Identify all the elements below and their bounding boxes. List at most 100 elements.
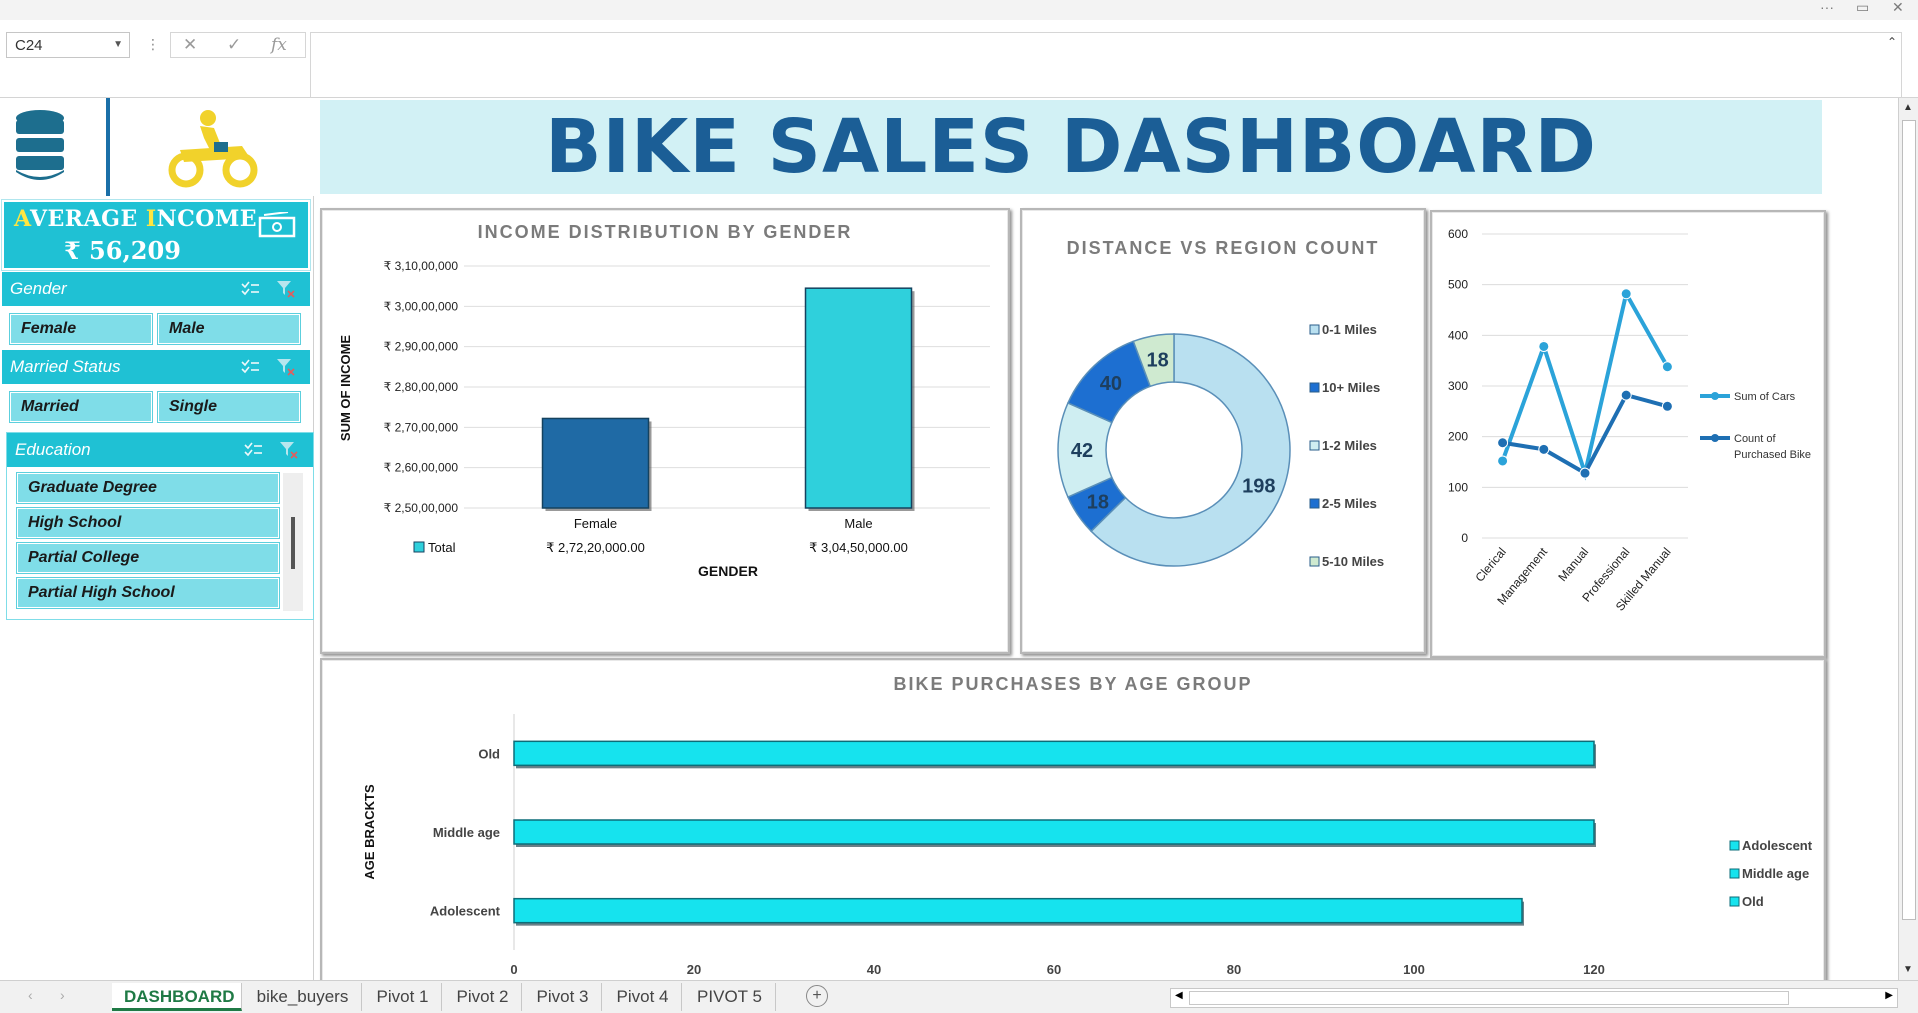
cancel-icon[interactable]: ✕ <box>183 35 197 55</box>
insert-function-button[interactable]: fx <box>271 35 287 55</box>
vertical-scroll-thumb[interactable] <box>1902 120 1916 920</box>
legend-label: Sum of Cars <box>1734 391 1796 403</box>
slicer-item-high-school[interactable]: High School <box>17 508 279 538</box>
sheet-tab-pivot-4[interactable]: Pivot 4 <box>604 983 682 1011</box>
scroll-down-icon[interactable]: ▼ <box>1903 964 1913 975</box>
formula-bar: C24 ▼ ⋮ ✕ ✓ fx ⌃ <box>0 20 1918 106</box>
chevron-down-icon[interactable]: ▼ <box>113 39 123 50</box>
y-tick-label: 300 <box>1448 379 1468 393</box>
legend-label: 10+ Miles <box>1322 380 1380 395</box>
data-label: ₹ 2,72,20,000.00 <box>546 540 645 555</box>
sheet-tab-pivot-2[interactable]: Pivot 2 <box>444 983 522 1011</box>
vertical-scrollbar[interactable]: ▲ ▼ <box>1898 98 1918 980</box>
y-tick-label: 400 <box>1448 328 1468 342</box>
ribbon-display-icon[interactable]: ▭ <box>1856 0 1869 18</box>
occupation-line-chart[interactable]: 0 100 200 300 400 500 600 Clerical Management Man… <box>1430 210 1826 658</box>
y-tick-label: 0 <box>1461 531 1468 545</box>
average-income-label: AVERAGE INCOME <box>14 206 257 232</box>
x-tick-label: 20 <box>687 962 701 977</box>
y-tick-label: ₹ 2,70,00,000 <box>384 420 459 434</box>
y-tick-label: ₹ 2,90,00,000 <box>384 340 459 354</box>
data-point <box>1661 400 1673 412</box>
name-box-value: C24 <box>15 37 43 54</box>
sheet-tab-pivot-5[interactable]: PIVOT 5 <box>684 983 776 1011</box>
multi-select-icon[interactable] <box>240 359 260 375</box>
donut-hole <box>1108 384 1240 516</box>
legend-key <box>1309 382 1320 393</box>
horizontal-scroll-thumb[interactable] <box>1189 991 1789 1005</box>
occupation-line-svg: 0100200300400500600ClericalManagement Man… <box>1448 227 1811 614</box>
series-line <box>1502 392 1668 476</box>
legend-label: 1-2 Miles <box>1322 438 1377 453</box>
database-icon-cell <box>0 98 110 196</box>
sheet-tab-pivot-3[interactable]: Pivot 3 <box>524 983 602 1011</box>
legend-marker <box>1711 392 1719 400</box>
x-tick-label: 0 <box>510 962 517 977</box>
sheet-tab-bar: ‹ › DASHBOARD bike_buyers Pivot 1 Pivot 2 Pi… <box>0 980 1918 1013</box>
multi-select-icon[interactable] <box>240 281 260 297</box>
y-axis-label: SUM OF INCOME <box>338 335 353 441</box>
sheet-tab-bike-buyers[interactable]: bike_buyers <box>244 983 362 1011</box>
slicer-title: Education <box>15 440 91 459</box>
title-strip: ··· ▭ ✕ <box>0 0 1918 20</box>
slicer-item-male[interactable]: Male <box>158 314 300 344</box>
y-tick-label: ₹ 3,10,00,000 <box>384 259 459 273</box>
sheet-tab-pivot-1[interactable]: Pivot 1 <box>364 983 442 1011</box>
y-tick-label: Old <box>478 746 500 761</box>
clear-filter-icon[interactable] <box>279 441 299 459</box>
distance-region-chart[interactable]: DISTANCE VS REGION COUNT 198 18 42 40 18 0-1 … <box>1020 208 1426 654</box>
slicer-item-partial-college[interactable]: Partial College <box>17 543 279 573</box>
legend-label: Total <box>428 540 456 555</box>
x-tick-label: Clerical <box>1472 545 1508 585</box>
slicer-title: Married Status <box>10 357 121 376</box>
y-tick-label: 500 <box>1448 278 1468 292</box>
collapse-formula-icon[interactable]: ⌃ <box>1887 35 1897 49</box>
title-banner: BIKE SALES DASHBOARD <box>320 100 1822 194</box>
slicer-item-female[interactable]: Female <box>10 314 152 344</box>
clear-filter-icon[interactable] <box>276 280 296 298</box>
slicer-item-graduate-degree[interactable]: Graduate Degree <box>17 473 279 503</box>
multi-select-icon[interactable] <box>243 442 263 458</box>
slicer-item-partial-high-school[interactable]: Partial High School <box>17 578 279 608</box>
add-sheet-icon[interactable]: + <box>806 985 828 1007</box>
legend-label: 0-1 Miles <box>1322 322 1377 337</box>
legend-key <box>1309 556 1320 567</box>
sheet-tab-dashboard[interactable]: DASHBOARD <box>112 983 242 1011</box>
y-tick-label: 100 <box>1448 480 1468 494</box>
slice-label: 18 <box>1087 492 1109 514</box>
horizontal-scrollbar[interactable]: ◀ ▶ <box>1170 988 1898 1008</box>
close-icon[interactable]: ✕ <box>1892 0 1904 18</box>
average-income-card: AVERAGE INCOME ₹ 56,209 <box>2 200 310 270</box>
x-tick-label: 80 <box>1227 962 1241 977</box>
legend-key <box>1309 440 1320 451</box>
tab-scroll-right-icon[interactable]: › <box>60 987 65 1003</box>
slicer-item-single[interactable]: Single <box>158 392 300 422</box>
legend-label: Count of <box>1734 433 1777 445</box>
slicer-scroll-thumb[interactable] <box>291 517 295 569</box>
x-tick-label: 60 <box>1047 962 1061 977</box>
formula-input[interactable]: ⌃ <box>310 32 1902 106</box>
income-by-gender-chart[interactable]: INCOME DISTRIBUTION BY GENDER ₹ 2,50,00,… <box>320 208 1010 654</box>
x-tick-label: 100 <box>1403 962 1425 977</box>
age-group-chart[interactable]: BIKE PURCHASES BY AGE GROUP 0 20 40 60 80 100… <box>320 658 1826 988</box>
clear-filter-icon[interactable] <box>276 358 296 376</box>
more-options-icon[interactable]: ··· <box>1820 0 1834 18</box>
money-icon <box>258 212 296 238</box>
slice-label: 40 <box>1100 373 1122 395</box>
scroll-right-icon[interactable]: ▶ <box>1885 990 1893 1001</box>
data-point <box>1579 467 1591 479</box>
distance-donut-svg: 198 18 42 40 18 0-1 Miles 10+ Miles 1-2 Miles 2-… <box>1057 322 1384 569</box>
gender-slicer: Gender Female Male <box>2 272 310 354</box>
slice-label: 198 <box>1242 476 1275 498</box>
data-point <box>1538 443 1550 455</box>
drag-handle-icon[interactable]: ⋮ <box>146 36 160 53</box>
slicer-item-married[interactable]: Married <box>10 392 152 422</box>
scroll-left-icon[interactable]: ◀ <box>1175 990 1183 1001</box>
scroll-up-icon[interactable]: ▲ <box>1903 102 1913 113</box>
slicer-scrollbar[interactable] <box>283 473 303 611</box>
tab-scroll-left-icon[interactable]: ‹ <box>28 987 33 1003</box>
enter-icon[interactable]: ✓ <box>227 35 241 55</box>
excel-window: ··· ▭ ✕ C24 ▼ ⋮ ✕ ✓ fx ⌃ AVERAGE INCOME … <box>0 0 1918 1013</box>
label-rest: NCOME <box>156 206 258 232</box>
name-box[interactable]: C24 ▼ <box>6 32 130 58</box>
